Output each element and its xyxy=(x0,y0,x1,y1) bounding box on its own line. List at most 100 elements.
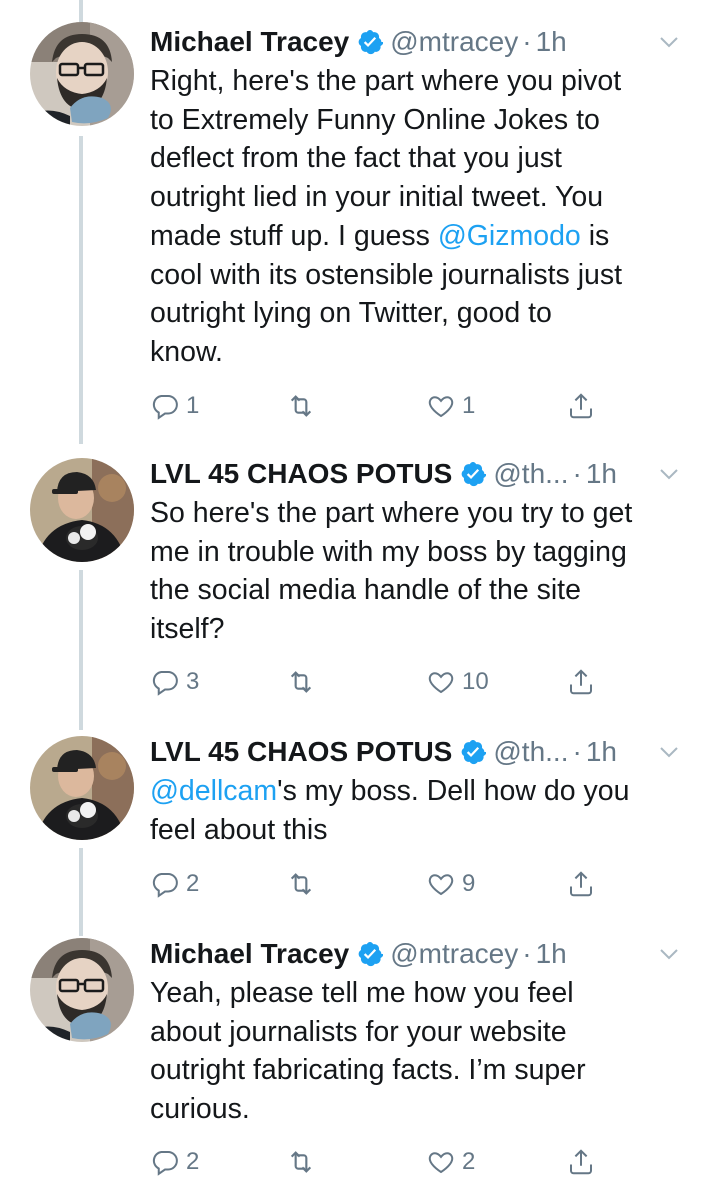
avatar[interactable] xyxy=(30,458,134,562)
text-line: about journalists for your website xyxy=(150,1015,567,1048)
text-line: Yeah, please tell me how you feel xyxy=(150,977,574,1009)
tweet-header: LVL 45 CHAOS POTUS @th... · 1h xyxy=(150,454,681,494)
reply-button[interactable]: 2 xyxy=(150,864,199,904)
text-line: the social media handle of the site xyxy=(150,574,581,607)
author-handle[interactable]: @mtracey xyxy=(390,22,518,62)
timestamp[interactable]: 1h xyxy=(536,22,567,62)
thread-line-1 xyxy=(79,136,83,444)
heart-icon xyxy=(428,874,454,896)
separator-dot: · xyxy=(572,736,582,767)
text-line: me in trouble with my boss by tagging xyxy=(150,535,627,568)
text-line: cool with its ostensible journalists jus… xyxy=(150,258,623,291)
thread-line-2 xyxy=(79,570,83,730)
reply-count: 1 xyxy=(186,392,200,419)
reply-icon xyxy=(152,873,178,898)
text-line: know. xyxy=(150,335,223,368)
share-icon xyxy=(570,1149,592,1175)
share-button[interactable] xyxy=(566,1142,596,1182)
share-icon xyxy=(570,871,592,897)
reply-icon xyxy=(152,395,178,420)
reply-icon xyxy=(152,671,178,696)
share-button[interactable] xyxy=(566,386,596,426)
tweet-actions: 3 10 xyxy=(150,662,630,702)
reply-button[interactable]: 2 xyxy=(150,1142,199,1182)
avatar[interactable] xyxy=(30,736,134,840)
chevron-down-icon[interactable] xyxy=(657,30,681,54)
like-button[interactable]: 10 xyxy=(426,662,489,702)
like-button[interactable]: 2 xyxy=(426,1142,475,1182)
share-button[interactable] xyxy=(566,662,596,702)
mention-link[interactable]: @Gizmodo xyxy=(438,220,581,252)
text-segment: is xyxy=(580,219,610,252)
timestamp[interactable]: 1h xyxy=(536,934,567,974)
retweet-button[interactable] xyxy=(285,386,317,426)
timestamp[interactable]: 1h xyxy=(586,454,617,494)
reply-button[interactable]: 1 xyxy=(150,386,199,426)
text-segment: made stuff up. I guess xyxy=(150,219,438,252)
tweet-text: @dellcam's my boss. Dell how do you feel… xyxy=(150,772,681,849)
reply-button[interactable]: 3 xyxy=(150,662,199,702)
retweet-icon xyxy=(290,1151,312,1173)
text-line: outright lying on Twitter, good to xyxy=(150,297,552,330)
author-handle[interactable]: @th... xyxy=(493,732,568,772)
retweet-button[interactable] xyxy=(285,1142,317,1182)
retweet-icon xyxy=(290,873,312,895)
avatar-cap-cat-image xyxy=(30,736,134,840)
share-icon xyxy=(570,669,592,695)
tweet-header: LVL 45 CHAOS POTUS @th... · 1h xyxy=(150,732,681,772)
text-line: to Extremely Funny Online Jokes to xyxy=(150,103,600,136)
reply-count: 2 xyxy=(186,870,200,897)
avatar-glasses-beard-image xyxy=(30,938,134,1042)
chevron-down-icon[interactable] xyxy=(657,462,681,486)
avatar[interactable] xyxy=(30,938,134,1042)
retweet-icon xyxy=(290,395,312,417)
chevron-down-icon[interactable] xyxy=(657,740,681,764)
like-count: 9 xyxy=(462,870,476,897)
tweet-actions: 2 2 xyxy=(150,1142,630,1182)
thread-line-3 xyxy=(79,848,83,936)
mention-link[interactable]: @dellcam xyxy=(150,775,277,807)
like-count: 10 xyxy=(462,668,489,695)
author-handle[interactable]: @th... xyxy=(493,454,568,494)
like-button[interactable]: 1 xyxy=(426,386,475,426)
text-line: curious. xyxy=(150,1093,250,1126)
reply-count: 3 xyxy=(186,668,200,695)
timestamp[interactable]: 1h xyxy=(586,732,617,772)
retweet-button[interactable] xyxy=(285,864,317,904)
avatar-glasses-beard-image xyxy=(30,22,134,126)
heart-icon xyxy=(428,672,454,694)
like-button[interactable]: 9 xyxy=(426,864,475,904)
like-count: 2 xyxy=(462,1148,476,1175)
verified-badge-icon xyxy=(460,461,487,487)
reply-count: 2 xyxy=(186,1148,200,1175)
text-line: feel about this xyxy=(150,813,328,846)
heart-icon xyxy=(428,1152,454,1174)
text-line: deflect from the fact that you just xyxy=(150,142,562,175)
tweet-text: So here's the part where you try to get … xyxy=(150,494,681,649)
verified-badge-icon xyxy=(357,941,384,967)
share-button[interactable] xyxy=(566,864,596,904)
author-handle[interactable]: @mtracey xyxy=(390,934,518,974)
separator-dot: · xyxy=(522,938,532,969)
chevron-down-icon[interactable] xyxy=(657,942,681,966)
author-name[interactable]: Michael Tracey xyxy=(150,22,349,62)
avatar[interactable] xyxy=(30,22,134,126)
text-line: outright fabricating facts. I’m super xyxy=(150,1054,586,1087)
like-count: 1 xyxy=(462,392,476,419)
retweet-icon xyxy=(290,671,312,693)
retweet-button[interactable] xyxy=(285,662,317,702)
separator-dot: · xyxy=(522,26,532,57)
author-name[interactable]: LVL 45 CHAOS POTUS xyxy=(150,732,452,772)
reply-icon xyxy=(152,1151,178,1176)
tweet-text: Right, here's the part where you pivot t… xyxy=(150,62,681,372)
text-line: Right, here's the part where you pivot xyxy=(150,65,622,97)
text-line: outright lied in your initial tweet. You xyxy=(150,181,604,214)
tweet-actions: 1 1 xyxy=(150,386,630,426)
tweet-text: Yeah, please tell me how you feel about … xyxy=(150,974,681,1129)
author-name[interactable]: LVL 45 CHAOS POTUS xyxy=(150,454,452,494)
text-segment: 's my boss. Dell how do you xyxy=(277,775,630,807)
heart-icon xyxy=(428,396,454,418)
tweet-actions: 2 9 xyxy=(150,864,630,904)
author-name[interactable]: Michael Tracey xyxy=(150,934,349,974)
separator-dot: · xyxy=(572,458,582,489)
